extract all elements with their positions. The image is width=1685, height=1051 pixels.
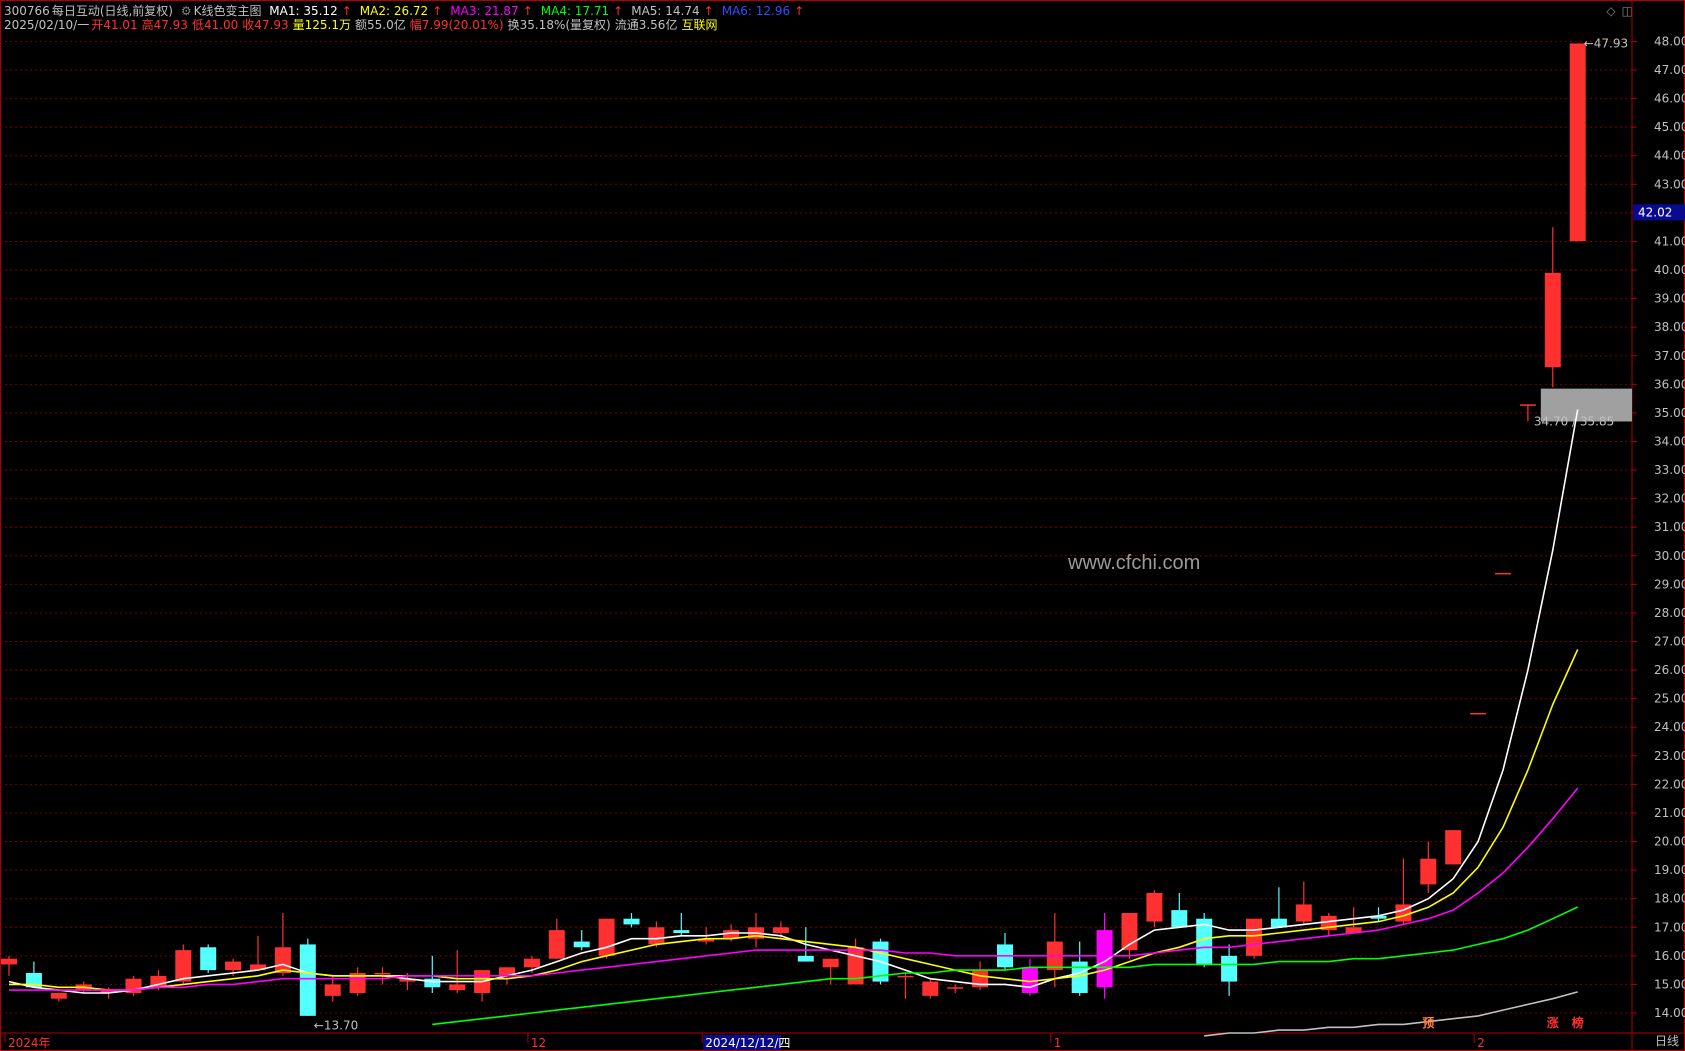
candle-body[interactable]: [648, 927, 665, 945]
candle-body[interactable]: [299, 944, 316, 1016]
signal-marker: 预: [1422, 1016, 1434, 1030]
y-tick-label: 36.00: [1654, 377, 1685, 391]
timeframe-label[interactable]: 日线: [1655, 1032, 1679, 1049]
candle-body[interactable]: [374, 972, 391, 975]
y-tick-label: 19.00: [1654, 863, 1685, 877]
chart-frame: [0, 0, 1685, 1051]
y-tick-label: 24.00: [1654, 720, 1685, 734]
y-tick-label: 14.00: [1654, 1006, 1685, 1020]
ma-line-ma5: [1204, 991, 1578, 1037]
candle-body[interactable]: [1295, 904, 1312, 922]
candle-body[interactable]: [1544, 272, 1561, 368]
current-price-label: 42.02: [1638, 205, 1672, 219]
y-tick-label: 29.00: [1654, 577, 1685, 591]
y-tick-label: 17.00: [1654, 920, 1685, 934]
y-tick-label: 20.00: [1654, 835, 1685, 849]
candle-body[interactable]: [897, 975, 914, 978]
candle-body[interactable]: [523, 958, 540, 968]
candle-body[interactable]: [623, 918, 640, 925]
candle-body[interactable]: [225, 961, 242, 971]
candle-body[interactable]: [598, 918, 615, 956]
x-tick-label: 2: [1477, 1036, 1485, 1050]
candle-body[interactable]: [797, 955, 814, 962]
candle-body[interactable]: [449, 984, 466, 991]
candle-body[interactable]: [922, 981, 939, 996]
y-tick-label: 39.00: [1654, 292, 1685, 306]
y-tick-label: 44.00: [1654, 149, 1685, 163]
y-tick-label: 28.00: [1654, 606, 1685, 620]
x-tick-label: 12: [531, 1036, 546, 1050]
y-tick-label: 21.00: [1654, 806, 1685, 820]
kline-chart[interactable]: 14.00 15.00 16.00 17.00 18.00 19.00 20.00 21.00…: [0, 0, 1685, 1051]
candle-body[interactable]: [573, 941, 590, 948]
candle-body[interactable]: [1221, 955, 1238, 982]
candle-body[interactable]: [1146, 892, 1163, 922]
candle-body[interactable]: [50, 992, 67, 999]
y-tick-label: 27.00: [1654, 635, 1685, 649]
y-tick-label: 31.00: [1654, 520, 1685, 534]
price-annotation: 34.70 / 35.85: [1534, 414, 1614, 428]
candle-body[interactable]: [1071, 961, 1088, 993]
y-tick-label: 30.00: [1654, 549, 1685, 563]
signal-marker: 涨: [1547, 1015, 1559, 1030]
x-tick-label: 2024年: [8, 1036, 51, 1050]
price-annotation: ←47.93: [1584, 36, 1628, 50]
candle-body[interactable]: [772, 927, 789, 933]
y-tick-label: 15.00: [1654, 977, 1685, 991]
y-tick-label: 22.00: [1654, 777, 1685, 791]
candle-body[interactable]: [822, 958, 839, 968]
y-tick-label: 45.00: [1654, 120, 1685, 134]
x-tick-label: 1: [1054, 1036, 1062, 1050]
candle-body[interactable]: [1171, 910, 1188, 928]
y-tick-label: 41.00: [1654, 234, 1685, 248]
candle-body[interactable]: [1420, 858, 1437, 885]
candle-body[interactable]: [1021, 967, 1038, 993]
y-tick-label: 33.00: [1654, 463, 1685, 477]
candle-body[interactable]: [1495, 572, 1511, 575]
y-tick-label: 38.00: [1654, 320, 1685, 334]
x-tick-label: 2024/12/12/四: [705, 1036, 790, 1050]
signal-marker: 榜: [1572, 1015, 1584, 1030]
candle-body[interactable]: [424, 978, 441, 988]
y-tick-label: 32.00: [1654, 492, 1685, 506]
y-tick-label: 40.00: [1654, 263, 1685, 277]
candle-body[interactable]: [548, 930, 565, 959]
y-tick-label: 16.00: [1654, 949, 1685, 963]
candle-body[interactable]: [175, 950, 192, 982]
y-tick-label: 25.00: [1654, 692, 1685, 706]
y-tick-label: 35.00: [1654, 406, 1685, 420]
ma-line-ma1: [8, 409, 1579, 994]
y-tick-label: 43.00: [1654, 177, 1685, 191]
y-tick-label: 47.00: [1654, 63, 1685, 77]
y-tick-label: 48.00: [1654, 34, 1685, 48]
y-tick-label: 37.00: [1654, 349, 1685, 363]
candle-body[interactable]: [1519, 404, 1536, 406]
y-tick-label: 23.00: [1654, 749, 1685, 763]
candle-body[interactable]: [1569, 43, 1586, 242]
y-tick-label: 18.00: [1654, 892, 1685, 906]
candle-body[interactable]: [1445, 830, 1462, 865]
y-tick-label: 46.00: [1654, 92, 1685, 106]
candle-body[interactable]: [673, 930, 690, 933]
candle-body[interactable]: [1, 958, 17, 965]
candle-body[interactable]: [200, 947, 217, 971]
y-tick-label: 34.00: [1654, 434, 1685, 448]
candle-body[interactable]: [1246, 918, 1262, 956]
candle-body[interactable]: [947, 987, 964, 989]
candle-body[interactable]: [324, 984, 341, 996]
candle-body[interactable]: [274, 947, 291, 973]
ma-line-ma2: [9, 649, 1579, 991]
price-annotation: ←13.70: [314, 1019, 358, 1033]
watermark: www.cfchi.com: [1068, 552, 1201, 574]
candle-body[interactable]: [1470, 712, 1487, 715]
y-tick-label: 26.00: [1654, 663, 1685, 677]
